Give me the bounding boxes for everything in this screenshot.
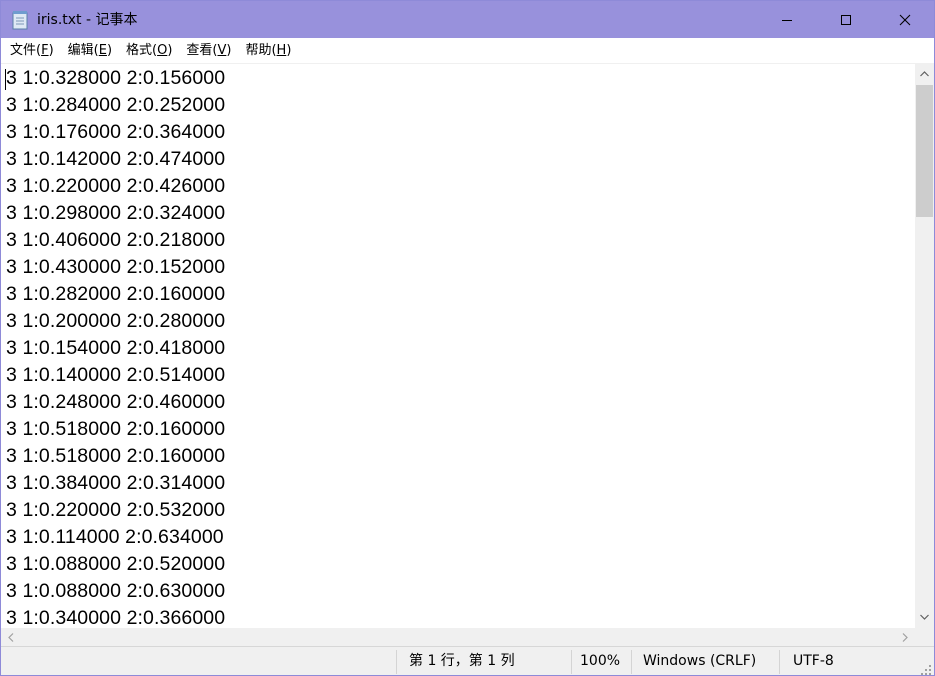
- text-line[interactable]: 3 1:0.298000 2:0.324000: [6, 200, 225, 227]
- menu-help[interactable]: 帮助(H): [238, 39, 298, 62]
- text-line[interactable]: 3 1:0.088000 2:0.630000: [6, 578, 225, 605]
- text-line[interactable]: 3 1:0.154000 2:0.418000: [6, 335, 225, 362]
- horizontal-scrollbar[interactable]: [1, 628, 915, 646]
- notepad-window: iris.txt - 记事本 文件(F) 编辑(E) 格式(O) 查看(V) 帮…: [0, 0, 935, 676]
- text-line[interactable]: 3 1:0.282000 2:0.160000: [6, 281, 225, 308]
- status-cursor-position: 第 1 行，第 1 列: [409, 653, 515, 669]
- status-divider: [571, 650, 572, 674]
- text-lines: 3 1:0.328000 2:0.156000 3 1:0.284000 2:0…: [6, 65, 225, 628]
- chevron-right-icon: [902, 632, 908, 642]
- text-editor[interactable]: 3 1:0.328000 2:0.156000 3 1:0.284000 2:0…: [1, 63, 915, 628]
- scroll-left-button[interactable]: [1, 628, 21, 646]
- text-line[interactable]: 3 1:0.200000 2:0.280000: [6, 308, 225, 335]
- menu-format[interactable]: 格式(O): [119, 39, 179, 62]
- text-line[interactable]: 3 1:0.220000 2:0.532000: [6, 497, 225, 524]
- text-line[interactable]: 3 1:0.518000 2:0.160000: [6, 443, 225, 470]
- status-encoding: UTF-8: [793, 653, 834, 669]
- status-bar: 第 1 行，第 1 列 100% Windows (CRLF) UTF-8: [1, 646, 934, 675]
- window-title: iris.txt - 记事本: [37, 12, 138, 28]
- status-line-ending: Windows (CRLF): [643, 653, 757, 669]
- scroll-up-button[interactable]: [915, 63, 934, 85]
- maximize-button[interactable]: [817, 1, 875, 38]
- text-line[interactable]: 3 1:0.114000 2:0.634000: [6, 524, 225, 551]
- notepad-icon[interactable]: [11, 10, 29, 30]
- title-bar[interactable]: iris.txt - 记事本: [1, 1, 934, 38]
- text-line[interactable]: 3 1:0.328000 2:0.156000: [6, 65, 225, 92]
- scrollbar-corner: [915, 628, 934, 646]
- close-icon: [899, 14, 911, 25]
- close-button[interactable]: [876, 1, 934, 38]
- status-divider: [396, 650, 397, 674]
- scroll-right-button[interactable]: [895, 628, 915, 646]
- vertical-scroll-thumb[interactable]: [916, 85, 933, 217]
- minimize-icon: [782, 19, 792, 21]
- menu-bar: 文件(F) 编辑(E) 格式(O) 查看(V) 帮助(H): [1, 38, 934, 63]
- text-line[interactable]: 3 1:0.518000 2:0.160000: [6, 416, 225, 443]
- maximize-icon: [841, 14, 851, 25]
- text-line[interactable]: 3 1:0.406000 2:0.218000: [6, 227, 225, 254]
- resize-grip-icon[interactable]: [920, 661, 932, 675]
- status-zoom: 100%: [580, 653, 621, 669]
- minimize-button[interactable]: [758, 1, 816, 38]
- text-line[interactable]: 3 1:0.248000 2:0.460000: [6, 389, 225, 416]
- vertical-scrollbar[interactable]: [915, 63, 934, 628]
- chevron-down-icon: [920, 614, 929, 620]
- chevron-left-icon: [8, 632, 14, 642]
- status-divider: [779, 650, 780, 674]
- text-line[interactable]: 3 1:0.142000 2:0.474000: [6, 146, 225, 173]
- scroll-down-button[interactable]: [915, 606, 934, 628]
- menu-view[interactable]: 查看(V): [179, 39, 238, 62]
- text-line[interactable]: 3 1:0.088000 2:0.520000: [6, 551, 225, 578]
- text-line[interactable]: 3 1:0.340000 2:0.366000: [6, 605, 225, 628]
- text-line[interactable]: 3 1:0.176000 2:0.364000: [6, 119, 225, 146]
- text-line[interactable]: 3 1:0.284000 2:0.252000: [6, 92, 225, 119]
- menu-file[interactable]: 文件(F): [3, 39, 61, 62]
- text-line[interactable]: 3 1:0.430000 2:0.152000: [6, 254, 225, 281]
- text-line[interactable]: 3 1:0.140000 2:0.514000: [6, 362, 225, 389]
- status-divider: [631, 650, 632, 674]
- text-line[interactable]: 3 1:0.384000 2:0.314000: [6, 470, 225, 497]
- menu-edit[interactable]: 编辑(E): [61, 39, 119, 62]
- text-line[interactable]: 3 1:0.220000 2:0.426000: [6, 173, 225, 200]
- chevron-up-icon: [920, 71, 929, 77]
